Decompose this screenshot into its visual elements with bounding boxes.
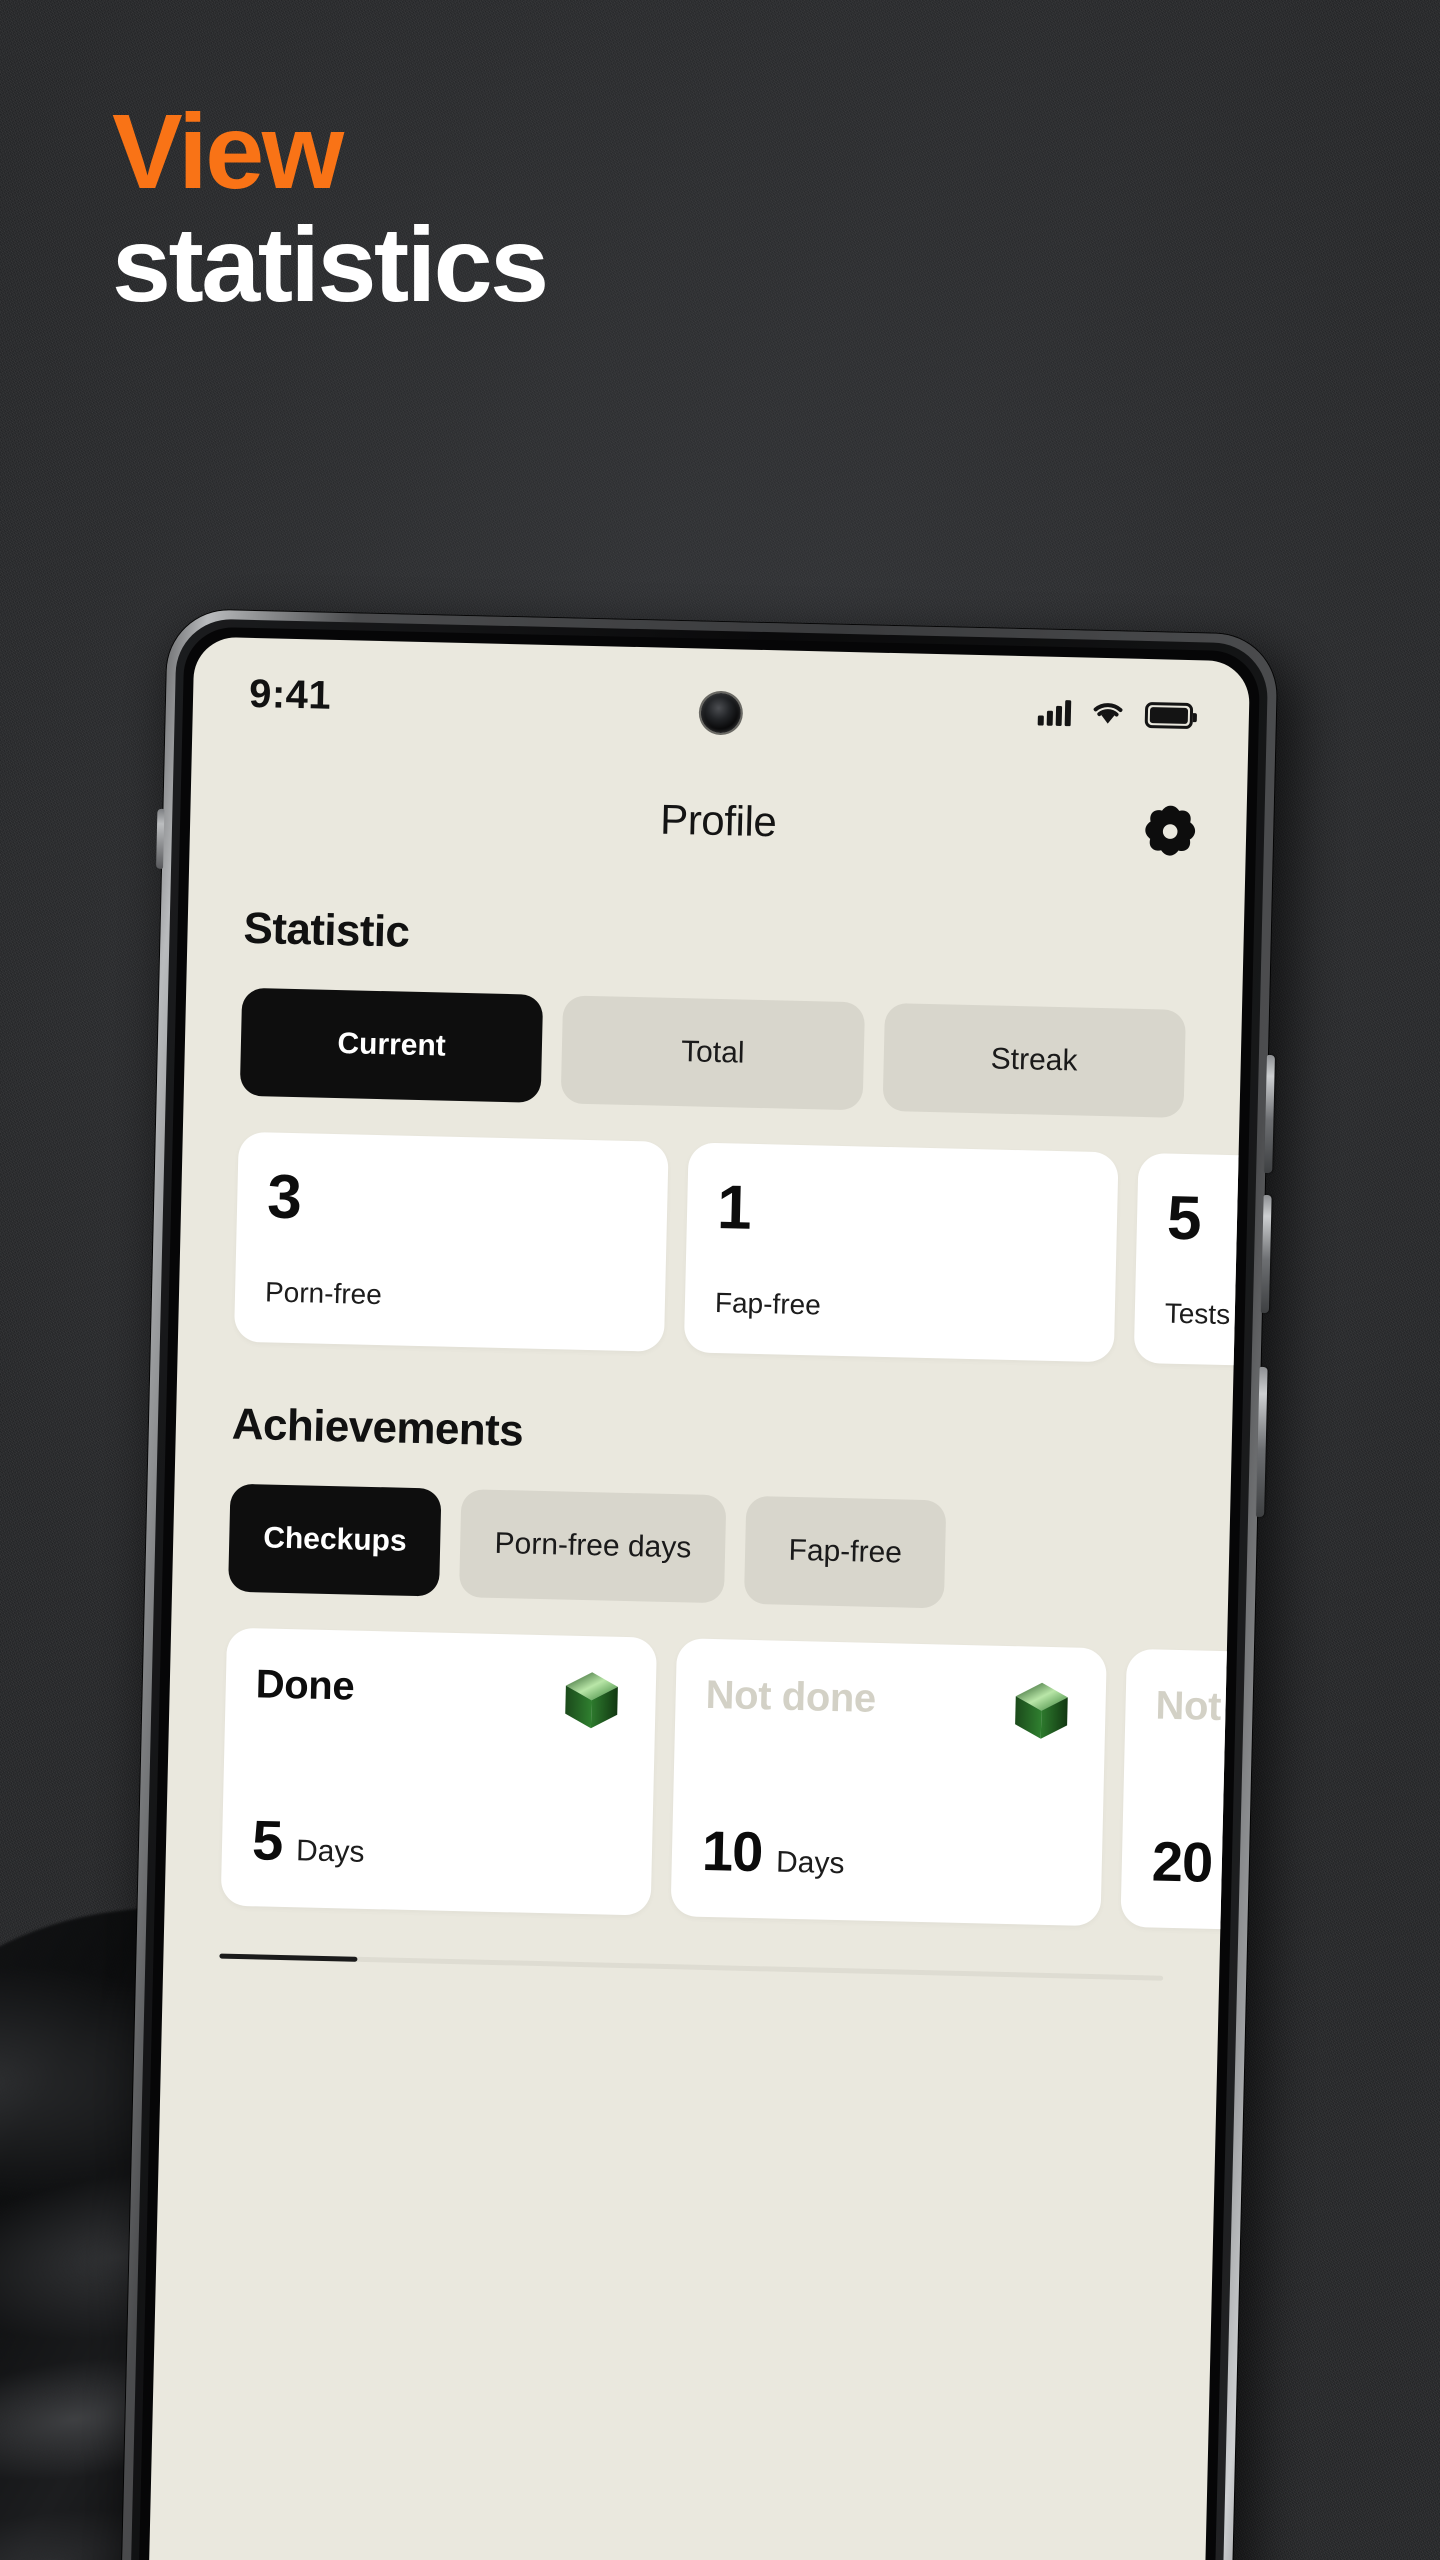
achievement-unit: Days (295, 1834, 365, 1869)
stat-card[interactable]: 1 Fap-free (683, 1142, 1119, 1363)
stat-card[interactable]: 5 Tests (1133, 1152, 1251, 1374)
stat-label: Fap-free (714, 1287, 822, 1321)
phone-left-button[interactable] (156, 808, 165, 869)
achievement-card-header: Not done (705, 1673, 1076, 1746)
headline-line-1: View (112, 93, 344, 211)
promo-headline: View statistics (112, 93, 1012, 325)
achievement-card-footer: 10 Days (701, 1818, 1072, 1892)
green-cube-icon (557, 1665, 627, 1735)
phone-screen: 9:41 Profile Statistic Current Total Str… (142, 636, 1251, 2560)
achievement-value: 10 (701, 1818, 764, 1884)
achievement-value: 5 (251, 1808, 284, 1872)
battery-full-icon (1144, 701, 1194, 730)
achievement-value: 20 (1151, 1829, 1213, 1894)
statistic-cards[interactable]: 3 Porn-free 1 Fap-free 5 Tests (178, 1130, 1251, 1374)
achievement-cards[interactable]: Done 5 Days Not done 10 Days Not 20 (165, 1626, 1251, 1937)
wifi-icon (1091, 698, 1126, 730)
scroll-thumb[interactable] (219, 1953, 358, 1962)
app-header: Profile (189, 749, 1248, 894)
front-camera-punchhole-icon (700, 692, 742, 734)
status-bar-clock: 9:41 (248, 671, 332, 718)
achievement-card-header: Done (255, 1662, 626, 1735)
stat-value: 3 (266, 1162, 302, 1233)
phone-mockup: 9:41 Profile Statistic Current Total Str… (115, 608, 1300, 2560)
achievement-card[interactable]: Done 5 Days (220, 1627, 658, 1916)
horizontal-scroll-indicator[interactable] (219, 1953, 1164, 1981)
achievements-section-title: Achievements (231, 1399, 524, 1456)
achievement-card-footer: 5 Days (251, 1807, 622, 1881)
gear-icon[interactable] (1144, 805, 1197, 858)
green-cube-icon (1007, 1676, 1077, 1746)
achievement-card[interactable]: Not done 10 Days (670, 1638, 1107, 1927)
achievements-tab-checkups[interactable]: Checkups (228, 1483, 442, 1597)
statistic-tab-total[interactable]: Total (560, 995, 865, 1111)
statistic-tab-streak[interactable]: Streak (882, 1002, 1186, 1118)
promo-stage: View statistics 9:41 Profile Statistic C… (0, 0, 1440, 2560)
achievements-tab-fap-free[interactable]: Fap-free (744, 1495, 947, 1609)
achievement-unit: Days (775, 1845, 845, 1881)
stat-value: 1 (716, 1173, 752, 1243)
statistic-section-title: Statistic (243, 903, 410, 957)
statistic-tab-current[interactable]: Current (239, 987, 544, 1103)
stat-card[interactable]: 3 Porn-free (233, 1131, 669, 1352)
stat-label: Porn-free (264, 1276, 383, 1311)
achievement-state: Not done (705, 1672, 877, 1721)
cellular-signal-icon (1037, 699, 1072, 727)
achievement-state: Done (255, 1662, 355, 1709)
achievements-tab-porn-free-days[interactable]: Porn-free days (459, 1489, 727, 1604)
page-title: Profile (659, 795, 777, 846)
headline-line-2: statistics (112, 206, 549, 325)
statistic-tabs: Current Total Streak (184, 986, 1242, 1119)
achievements-tabs: Checkups Porn-free days Fap-free (172, 1482, 1230, 1615)
status-bar-indicators (1037, 697, 1194, 732)
